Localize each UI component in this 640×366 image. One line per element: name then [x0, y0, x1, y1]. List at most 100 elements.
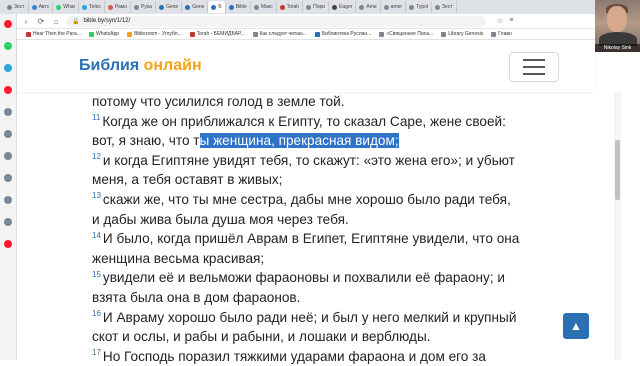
- bookmark-item[interactable]: Library Genesis: [441, 31, 483, 37]
- verse-number[interactable]: 12: [92, 152, 101, 161]
- browser-tab[interactable]: Telec: [79, 1, 105, 13]
- verse-number[interactable]: 16: [92, 309, 101, 318]
- sidebar-app-icon[interactable]: [4, 174, 12, 182]
- verse-text: увидели её и вельможи фараоновы и похвал…: [102, 270, 505, 286]
- tab-strip: Зеcт Автс Whar Telec Рамо Рука Gene Gene Б Bible М…: [0, 0, 640, 14]
- tab-label: Ame: [366, 4, 377, 10]
- tab-favicon-icon: [185, 4, 191, 10]
- scrollbar-thumb[interactable]: [615, 140, 620, 200]
- bookmark-label: Как следует читаю...: [259, 31, 307, 37]
- lock-icon: 🔒: [72, 18, 80, 25]
- sidebar-app-icon[interactable]: [4, 196, 12, 204]
- bookmark-favicon-icon: [26, 31, 31, 37]
- tab-favicon-icon: [306, 4, 312, 10]
- bookmark-favicon-icon: [252, 31, 258, 37]
- browser-tab[interactable]: amer: [381, 1, 407, 13]
- sidebar-app-icon[interactable]: [4, 240, 12, 248]
- browser-tab[interactable]: Б: [208, 1, 226, 13]
- bookmark-item[interactable]: WhatsApp: [89, 31, 119, 37]
- tab-favicon-icon: [82, 4, 88, 10]
- sidebar-app-icon[interactable]: [4, 20, 12, 28]
- tab-label: Макс: [260, 4, 273, 10]
- browser-tab[interactable]: Gene: [182, 1, 209, 13]
- verse-number[interactable]: 17: [92, 348, 101, 357]
- verse-number[interactable]: 14: [92, 231, 101, 240]
- bookmark-label: Hear Then the Para...: [33, 31, 81, 37]
- verse-line: взята была она в дом фараонов.: [92, 288, 542, 308]
- browser-tab[interactable]: Рука: [131, 1, 156, 13]
- bookmark-item[interactable]: «Священное Писа...: [379, 31, 433, 37]
- webcam-overlay: Nikolay Sink: [595, 0, 640, 52]
- bookmark-label: Главн: [498, 31, 512, 37]
- browser-tab[interactable]: Автс: [29, 1, 54, 13]
- verse-text: И Авраму хорошо было ради неё; и был у н…: [102, 309, 517, 325]
- sidebar-app-icon[interactable]: [4, 86, 12, 94]
- verse-number[interactable]: 15: [92, 270, 101, 279]
- tab-favicon-icon: [228, 4, 234, 10]
- bookmark-item[interactable]: Главн: [491, 31, 512, 37]
- browser-tab[interactable]: Typol: [406, 1, 433, 13]
- home-icon[interactable]: ⌂: [51, 17, 61, 26]
- bookmark-label: Biblezoom - Углубл...: [134, 31, 182, 37]
- bookmark-item[interactable]: Hear Then the Para...: [26, 31, 81, 37]
- bookmark-item[interactable]: Biblezoom - Углубл...: [127, 31, 182, 37]
- selected-text: ы женщина, прекрасная видом;: [199, 133, 399, 149]
- browser-tab[interactable]: Зеcт: [432, 1, 457, 13]
- verse-line: 13 скажи же, что ты мне сестра, дабы мне …: [92, 190, 542, 210]
- tab-favicon-icon: [56, 4, 62, 10]
- bookmark-item[interactable]: Torah - БЕМИДБАР...: [189, 31, 245, 37]
- verse-line: потому что усилился голод в земле той.: [92, 92, 542, 112]
- tab-label: Рамо: [114, 4, 128, 10]
- sidebar-app-icon[interactable]: [4, 42, 12, 50]
- bookmark-item[interactable]: Как следует читаю...: [252, 31, 307, 37]
- opera-sidebar: [0, 14, 17, 360]
- webcam-name: Nikolay Sink: [595, 44, 640, 52]
- verse-line: вот, я знаю, что ты женщина, прекрасная …: [92, 131, 542, 151]
- verse-text: и когда Египтяне увидят тебя, то скажут:…: [102, 152, 515, 168]
- verse-text: меня, а тебя оставят в живых;: [92, 172, 283, 188]
- browser-tab[interactable]: Рамо: [105, 1, 132, 13]
- verse-text: скажи же, что ты мне сестра, дабы мне хо…: [102, 191, 511, 207]
- address-bar[interactable]: 🔒 bible.by/syn/1/12/: [66, 15, 486, 27]
- tab-favicon-icon: [332, 4, 338, 10]
- browser-tab[interactable]: Bible: [226, 1, 251, 13]
- tab-favicon-icon: [7, 4, 12, 10]
- sidebar-app-icon[interactable]: [4, 64, 12, 72]
- scrollbar-track[interactable]: [614, 92, 621, 360]
- reload-icon[interactable]: ⟳: [36, 17, 46, 26]
- menu-icon[interactable]: ≡: [509, 17, 513, 25]
- star-icon[interactable]: ☆: [497, 17, 503, 25]
- sidebar-app-icon[interactable]: [4, 218, 12, 226]
- site-logo[interactable]: Библия онлайн: [79, 57, 202, 75]
- browser-tab[interactable]: Зеcт: [4, 1, 29, 13]
- browser-tab[interactable]: Макс: [251, 1, 277, 13]
- browser-tab[interactable]: Torah: [277, 1, 304, 13]
- sidebar-app-icon[interactable]: [4, 152, 12, 160]
- sidebar-app-icon[interactable]: [4, 108, 12, 116]
- hamburger-menu-button[interactable]: [509, 52, 559, 82]
- browser-tab[interactable]: Eager: [329, 1, 357, 13]
- bookmark-label: Torah - БЕМИДБАР...: [196, 31, 245, 37]
- back-to-top-button[interactable]: ▲: [563, 313, 589, 339]
- tab-favicon-icon: [134, 4, 140, 10]
- tab-favicon-icon: [359, 4, 365, 10]
- verse-number[interactable]: 11: [92, 113, 100, 122]
- verse-line: 17 Но Господь поразил тяжкими ударами фар…: [92, 347, 542, 366]
- forward-icon[interactable]: ›: [21, 17, 31, 26]
- verse-line: 14 И было, когда пришёл Аврам в Египет, Е…: [92, 229, 542, 249]
- tab-favicon-icon: [383, 4, 389, 10]
- bookmark-label: WhatsApp: [96, 31, 120, 37]
- browser-toolbar: ‹ › ⟳ ⌂ 🔒 bible.by/syn/1/12/ ☆ ≡: [0, 14, 640, 29]
- sidebar-app-icon[interactable]: [4, 130, 12, 138]
- tab-label: amer: [390, 4, 403, 10]
- tab-favicon-icon: [409, 4, 415, 10]
- browser-tab[interactable]: Пори: [303, 1, 330, 13]
- verse-number[interactable]: 13: [92, 191, 101, 200]
- browser-tab[interactable]: Whar: [53, 1, 80, 13]
- bookmarks-bar: Hear Then the Para... WhatsApp Biblezoom -…: [0, 29, 640, 40]
- browser-tab[interactable]: Ame: [356, 1, 381, 13]
- bookmark-item[interactable]: Библиотека Руслан...: [314, 31, 371, 37]
- logo-main: Библия: [79, 57, 140, 74]
- tab-label: Зеcт: [442, 4, 453, 10]
- browser-tab[interactable]: Gene: [156, 1, 183, 13]
